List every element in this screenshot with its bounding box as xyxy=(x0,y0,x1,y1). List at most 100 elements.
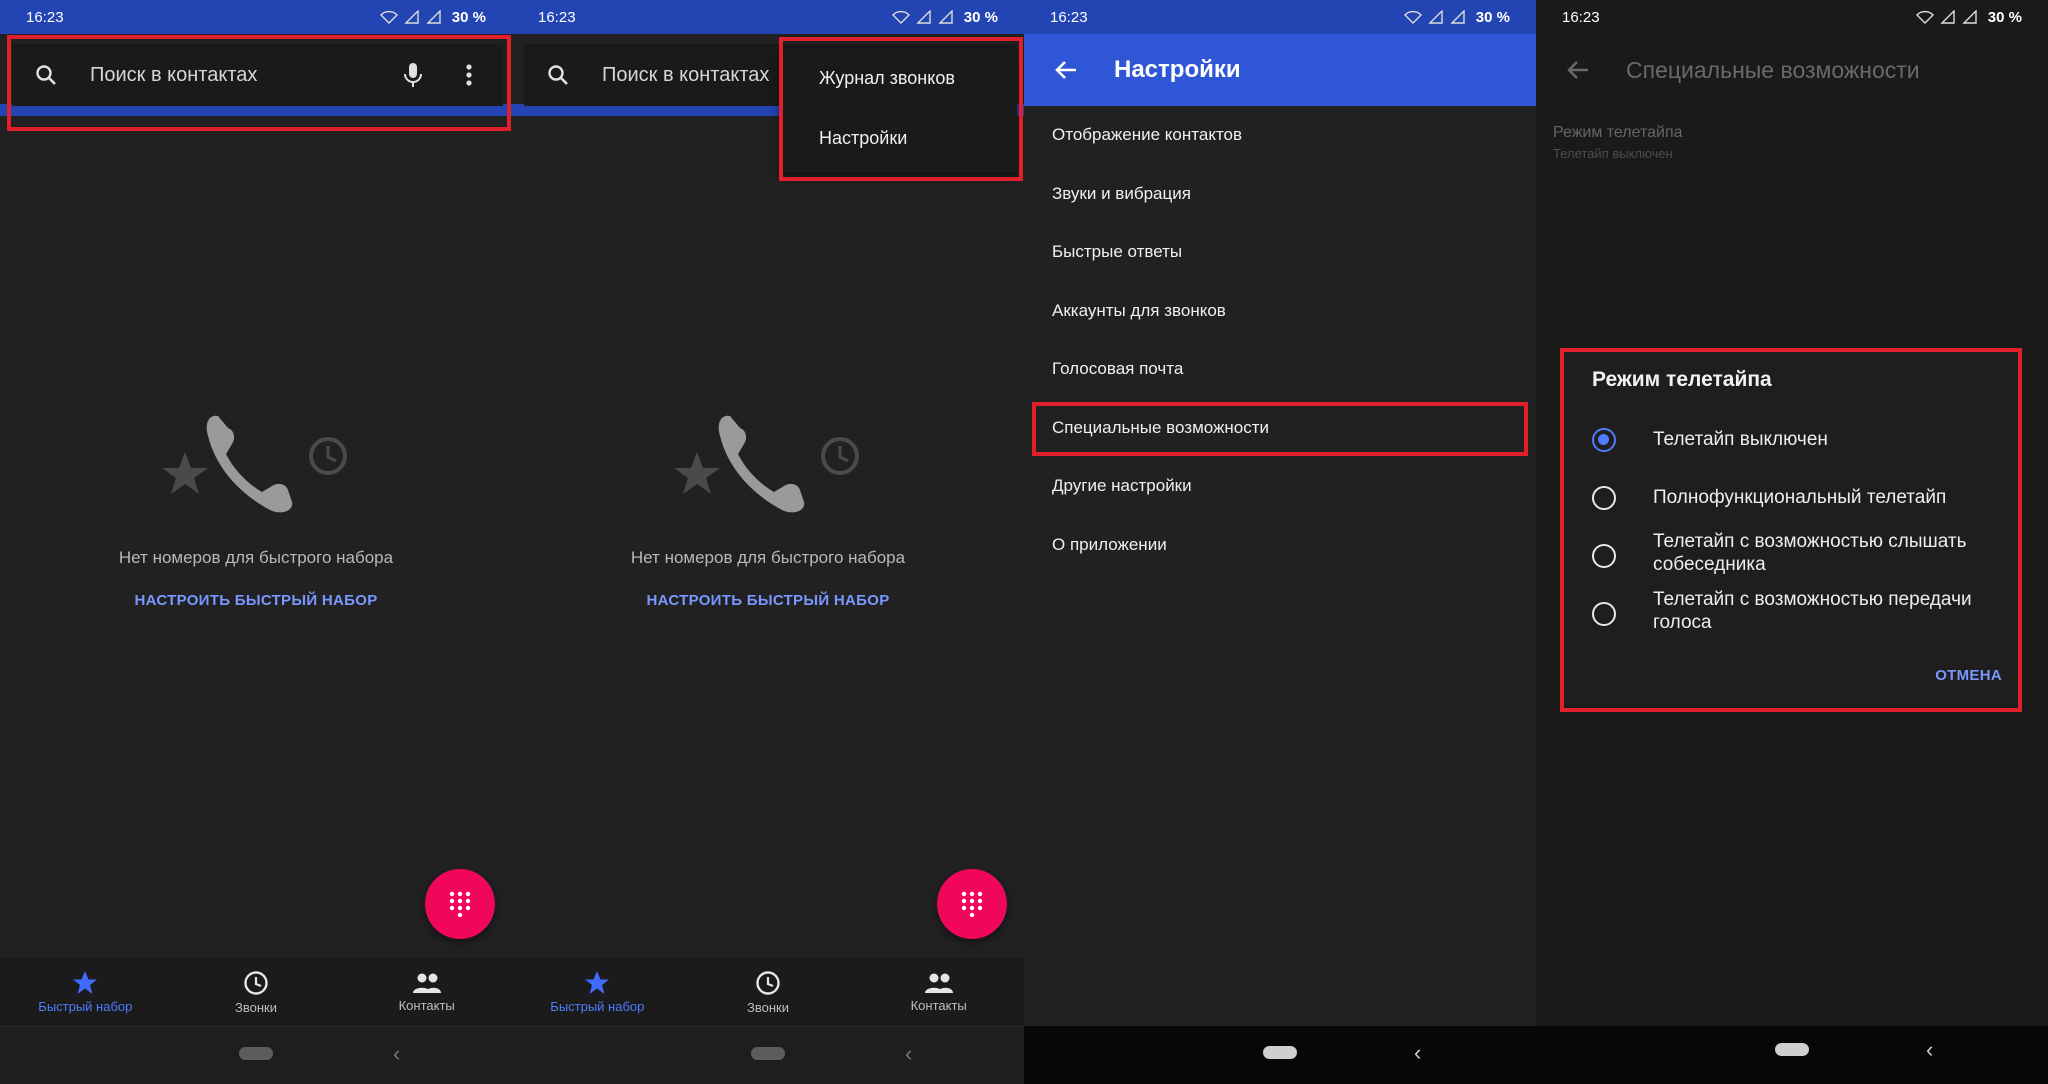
signal-icon xyxy=(1962,10,1977,24)
dialer-speed-dial-screen: 16:23 30 % Поиск в контактах Нет номеров… xyxy=(0,0,512,1084)
settings-item-quick-responses[interactable]: Быстрые ответы xyxy=(1024,223,1536,282)
cancel-button[interactable]: ОТМЕНА xyxy=(1935,667,2002,684)
wifi-icon xyxy=(379,10,398,24)
status-time: 16:23 xyxy=(1562,8,1600,26)
radio-button[interactable] xyxy=(1592,602,1616,626)
overflow-menu: Журнал звонков Настройки xyxy=(781,48,1017,172)
nav-contacts[interactable]: Контакты xyxy=(853,958,1024,1026)
contacts-search-bar[interactable]: Поиск в контактах xyxy=(12,44,503,106)
empty-state-message: Нет номеров для быстрого набора xyxy=(118,548,394,567)
system-nav-bar: ‹ xyxy=(0,1026,512,1084)
settings-list: Отображение контактов Звуки и вибрация Б… xyxy=(1024,106,1536,574)
tty-option-off[interactable]: Телетайп выключен xyxy=(1560,420,2022,460)
phone-icon xyxy=(718,415,805,513)
signal-icon xyxy=(938,10,953,24)
home-button[interactable] xyxy=(1263,1046,1297,1059)
preference-title: Режим телетайпа xyxy=(1553,124,1683,141)
people-icon xyxy=(924,973,953,993)
nav-calls[interactable]: Звонки xyxy=(171,958,342,1026)
nav-label: Звонки xyxy=(235,999,277,1015)
signal-icon xyxy=(1428,10,1443,24)
signal-icon xyxy=(916,10,931,24)
status-bar: 16:23 30 % xyxy=(0,0,512,34)
dialer-menu-open-screen: 16:23 30 % Поиск в контактах Журнал звон… xyxy=(512,0,1024,1084)
nav-calls[interactable]: Звонки xyxy=(683,958,854,1026)
battery-level: 30 % xyxy=(1987,8,2022,26)
status-time: 16:23 xyxy=(26,8,64,26)
back-chevron-icon[interactable]: ‹ xyxy=(1414,1040,1421,1066)
tty-mode-preference[interactable]: Режим телетайпа Телетайп выключен xyxy=(1553,124,1683,161)
setup-speed-dial-link[interactable]: НАСТРОИТЬ БЫСТРЫЙ НАБОР xyxy=(0,592,512,609)
nav-label: Быстрый набор xyxy=(38,999,133,1014)
back-chevron-icon[interactable]: ‹ xyxy=(905,1041,912,1067)
home-button[interactable] xyxy=(751,1047,785,1060)
wifi-icon xyxy=(891,10,910,24)
signal-icon xyxy=(1940,10,1955,24)
tty-mode-dialog: Режим телетайпа Телетайп выключен Полноф… xyxy=(1560,348,2022,706)
dialpad-fab[interactable] xyxy=(937,869,1007,939)
dialog-title: Режим телетайпа xyxy=(1592,368,1772,391)
battery-level: 30 % xyxy=(1475,8,1510,26)
settings-item-voicemail[interactable]: Голосовая почта xyxy=(1024,340,1536,399)
tty-option-hco[interactable]: Телетайп с возможностью слышать собеседн… xyxy=(1560,528,2022,578)
settings-item-other[interactable]: Другие настройки xyxy=(1024,457,1536,516)
settings-item-calling-accounts[interactable]: Аккаунты для звонков xyxy=(1024,282,1536,341)
back-chevron-icon[interactable]: ‹ xyxy=(393,1041,400,1067)
signal-icon xyxy=(404,10,419,24)
search-input[interactable]: Поиск в контактах xyxy=(90,64,395,87)
star-icon xyxy=(674,452,720,494)
microphone-icon[interactable] xyxy=(395,57,431,93)
status-time: 16:23 xyxy=(1050,8,1088,26)
bottom-navigation: Быстрый набор Звонки Контакты xyxy=(512,958,1024,1026)
home-button[interactable] xyxy=(1775,1043,1809,1056)
star-icon xyxy=(585,971,610,994)
nav-contacts[interactable]: Контакты xyxy=(341,958,512,1026)
wifi-icon xyxy=(1915,10,1934,24)
menu-item-call-history[interactable]: Журнал звонков xyxy=(781,48,1017,108)
arrow-back-icon[interactable] xyxy=(1036,60,1096,80)
radio-button[interactable] xyxy=(1592,486,1616,510)
clock-icon xyxy=(244,970,268,995)
nav-label: Контакты xyxy=(398,997,455,1013)
signal-icon xyxy=(426,10,441,24)
nav-label: Контакты xyxy=(910,997,967,1013)
wifi-icon xyxy=(1403,10,1422,24)
settings-item-about[interactable]: О приложении xyxy=(1024,516,1536,575)
status-bar: 16:23 30 % xyxy=(1536,0,2048,34)
arrow-back-icon[interactable] xyxy=(1548,60,1608,80)
menu-item-settings[interactable]: Настройки xyxy=(781,108,1017,168)
nav-speed-dial[interactable]: Быстрый набор xyxy=(512,958,683,1026)
radio-button[interactable] xyxy=(1592,544,1616,568)
search-icon xyxy=(28,57,64,93)
preference-summary: Телетайп выключен xyxy=(1553,146,1673,161)
star-icon xyxy=(73,971,98,994)
home-button[interactable] xyxy=(239,1047,273,1060)
nav-label: Звонки xyxy=(747,999,789,1015)
settings-screen: 16:23 30 % Настройки Отображение контакт… xyxy=(1024,0,1536,1084)
more-vert-icon[interactable] xyxy=(451,57,487,93)
setup-speed-dial-link[interactable]: НАСТРОИТЬ БЫСТРЫЙ НАБОР xyxy=(512,592,1024,609)
radio-button-checked[interactable] xyxy=(1592,428,1616,452)
settings-item-contact-display[interactable]: Отображение контактов xyxy=(1024,106,1536,165)
settings-app-bar: Настройки xyxy=(1024,34,1536,106)
settings-item-accessibility[interactable]: Специальные возможности xyxy=(1024,399,1536,458)
dialpad-fab[interactable] xyxy=(425,869,495,939)
tty-option-vco[interactable]: Телетайп с возможностью передачи голоса xyxy=(1560,586,2022,636)
speed-dial-empty-illustration xyxy=(674,415,859,513)
page-title: Специальные возможности xyxy=(1626,56,1920,83)
settings-item-sounds[interactable]: Звуки и вибрация xyxy=(1024,165,1536,224)
nav-label: Быстрый набор xyxy=(550,999,645,1014)
tty-option-full[interactable]: Полнофункциональный телетайп xyxy=(1560,478,2022,518)
option-label: Телетайп выключен xyxy=(1653,429,1828,450)
empty-state-message: Нет номеров для быстрого набора xyxy=(630,548,906,567)
bottom-navigation: Быстрый набор Звонки Контакты xyxy=(0,958,512,1026)
nav-speed-dial[interactable]: Быстрый набор xyxy=(0,958,171,1026)
signal-icon xyxy=(1450,10,1465,24)
status-bar: 16:23 30 % xyxy=(1024,0,1536,34)
battery-level: 30 % xyxy=(963,8,998,26)
dialpad-icon xyxy=(961,891,983,917)
search-icon xyxy=(540,57,576,93)
back-chevron-icon[interactable]: ‹ xyxy=(1926,1037,1933,1063)
accessibility-app-bar: Специальные возможности xyxy=(1536,34,2048,106)
battery-level: 30 % xyxy=(451,8,486,26)
